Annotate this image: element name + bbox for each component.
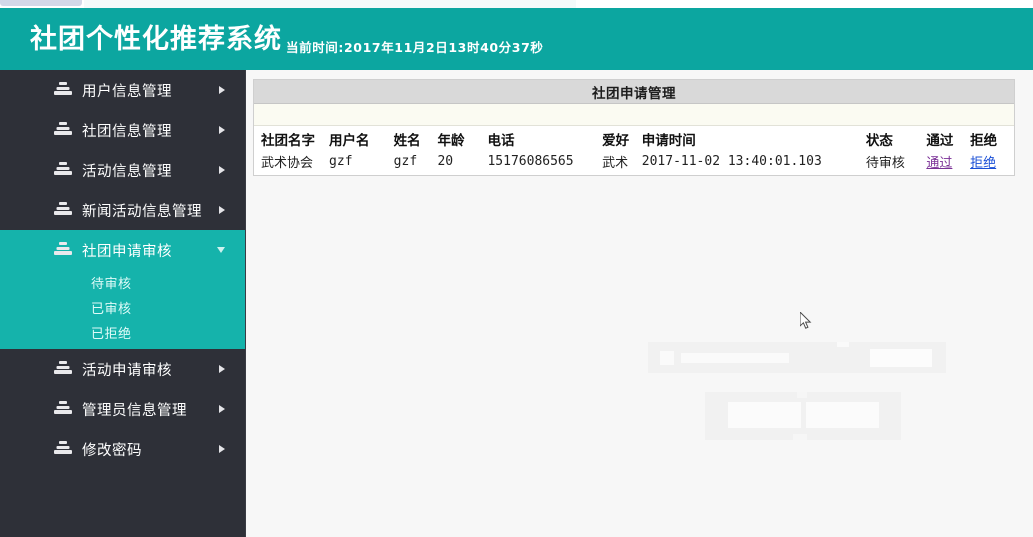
cell-apply-time: 2017-11-02 13:40:01.103: [641, 154, 822, 169]
sidebar-nav: 用户信息管理 社团信息管理 活动信息管理 新闻活动信息管理 社团申请审核 待审核…: [0, 70, 245, 537]
column-header-username: 用户名: [329, 133, 370, 149]
cell-phone: 15176086565: [487, 154, 574, 169]
stack-icon: [54, 441, 72, 457]
cell-status: 待审核: [865, 156, 905, 171]
reject-link[interactable]: 拒绝: [970, 156, 996, 171]
club-application-panel: 社团申请管理 社团名字 用户名 姓名 年龄 电话 爱好 申请时间 状态 通过 拒…: [253, 79, 1015, 176]
browser-tab-remnant-left: [0, 0, 82, 6]
app-header: 社团个性化推荐系统 当前时间:2017年11月2日13时40分37秒: [0, 8, 1033, 70]
cell-club: 武术协会: [261, 156, 314, 171]
stack-icon: [54, 122, 72, 138]
sidebar-item-activity-application-review[interactable]: 活动申请审核: [0, 349, 245, 389]
sidebar-subitem-rejected[interactable]: 已拒绝: [0, 320, 245, 345]
sidebar-item-label: 新闻活动信息管理: [82, 203, 202, 220]
column-header-age: 年龄: [437, 133, 465, 149]
sidebar-item-news-activity-info[interactable]: 新闻活动信息管理: [0, 190, 245, 230]
sidebar-item-club-info[interactable]: 社团信息管理: [0, 110, 245, 150]
stack-icon: [54, 82, 72, 98]
sidebar-item-label: 活动信息管理: [82, 163, 172, 180]
chevron-right-icon: [219, 405, 225, 413]
column-header-club: 社团名字: [261, 133, 315, 149]
sidebar-item-club-application-review[interactable]: 社团申请审核: [0, 230, 245, 270]
chevron-down-icon: [217, 247, 225, 253]
mouse-pointer-icon: [799, 310, 812, 330]
column-header-reject: 拒绝: [970, 133, 998, 149]
stack-icon: [54, 361, 72, 377]
sidebar-item-user-info[interactable]: 用户信息管理: [0, 70, 245, 110]
chevron-right-icon: [219, 206, 225, 214]
ghost-input-field: [681, 353, 789, 363]
panel-toolbar: [254, 104, 1014, 126]
column-header-apply-time: 申请时间: [641, 133, 696, 149]
browser-tab-remnant-right: [576, 0, 1033, 8]
column-header-name: 姓名: [393, 133, 421, 149]
stack-icon: [54, 401, 72, 417]
sidebar-item-label: 社团信息管理: [82, 123, 172, 140]
sidebar-item-change-password[interactable]: 修改密码: [0, 429, 245, 469]
club-application-table: 社团名字 用户名 姓名 年龄 电话 爱好 申请时间 状态 通过 拒绝 武术协会: [254, 126, 1014, 175]
browser-chrome-strip: [0, 0, 1033, 8]
column-header-phone: 电话: [487, 133, 515, 149]
stack-icon: [54, 202, 72, 218]
app-root: 社团个性化推荐系统 当前时间:2017年11月2日13时40分37秒 用户信息管…: [0, 0, 1033, 537]
stack-icon: [54, 162, 72, 178]
approve-link[interactable]: 通过: [926, 156, 952, 171]
sidebar-item-label: 修改密码: [82, 442, 142, 459]
chevron-right-icon: [219, 166, 225, 174]
main-content: 社团申请管理 社团名字 用户名 姓名 年龄 电话 爱好 申请时间 状态 通过 拒…: [245, 70, 1033, 537]
ghost-toolbar-remnant: [648, 342, 946, 373]
ghost-cell-left: [728, 402, 801, 428]
ghost-cell-right: [806, 402, 879, 428]
sidebar-item-label: 用户信息管理: [82, 83, 172, 100]
ghost-dialog-remnant: [705, 392, 901, 440]
sidebar-item-label: 管理员信息管理: [82, 402, 187, 419]
ghost-button: [870, 349, 932, 367]
column-header-pass: 通过: [926, 133, 954, 149]
ghost-checkbox: [660, 351, 674, 365]
sidebar-submenu: 待审核 已审核 已拒绝: [0, 270, 245, 349]
chevron-right-icon: [219, 365, 225, 373]
chevron-right-icon: [219, 445, 225, 453]
sidebar-subitem-reviewed[interactable]: 已审核: [0, 295, 245, 320]
browser-tab-remnant-mid: [84, 0, 576, 8]
stack-icon: [54, 242, 72, 258]
ghost-nub-top: [797, 392, 807, 398]
sidebar-item-label: 社团申请审核: [82, 243, 172, 260]
cell-name: gzf: [393, 154, 418, 169]
sidebar-subitem-pending[interactable]: 待审核: [0, 270, 245, 295]
sidebar-item-label: 活动申请审核: [82, 362, 172, 379]
sidebar-item-activity-info[interactable]: 活动信息管理: [0, 150, 245, 190]
current-time-label: 当前时间:2017年11月2日13时40分37秒: [286, 40, 544, 55]
panel-title: 社团申请管理: [254, 80, 1014, 104]
column-header-hobby: 爱好: [602, 133, 630, 149]
ghost-nub-bottom: [793, 434, 807, 440]
sidebar-item-admin-info[interactable]: 管理员信息管理: [0, 389, 245, 429]
table-row: 武术协会 gzf gzf 20 15176086565 武术 2017-11-0…: [254, 151, 1014, 175]
cell-username: gzf: [329, 154, 353, 169]
cell-age: 20: [437, 154, 454, 169]
cell-hobby: 武术: [602, 156, 629, 171]
ghost-nub: [837, 342, 849, 347]
column-header-status: 状态: [865, 133, 893, 149]
table-header-row: 社团名字 用户名 姓名 年龄 电话 爱好 申请时间 状态 通过 拒绝: [254, 126, 1014, 151]
chevron-right-icon: [219, 126, 225, 134]
page-title: 社团个性化推荐系统: [30, 23, 282, 55]
chevron-right-icon: [219, 86, 225, 94]
